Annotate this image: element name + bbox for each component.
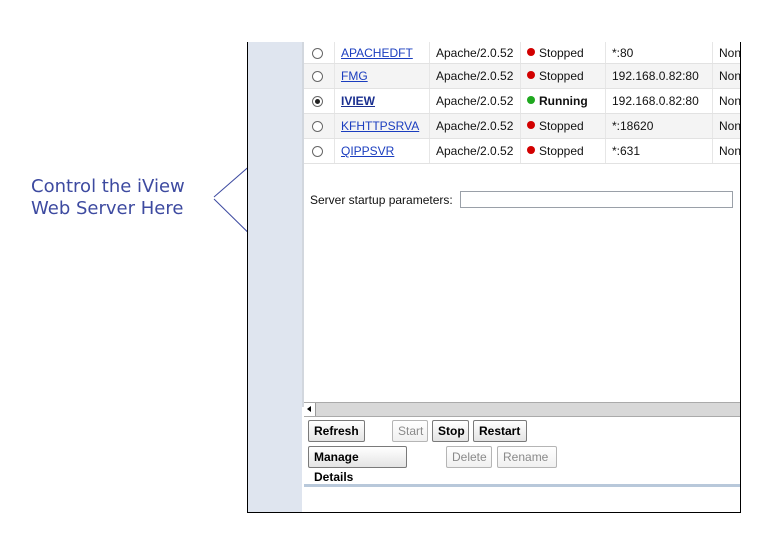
server-name-link[interactable]: APACHEDFT [341,46,413,60]
server-auth: None [712,113,740,139]
server-select-cell [304,63,335,89]
server-select-cell [304,88,335,114]
server-status-text: Stopped [539,45,584,60]
left-navigation-rail [248,42,302,512]
server-manager-window: APACHEDFTApache/2.0.52Stopped*:80NoneFMG… [247,42,741,513]
server-address: *:631 [605,138,713,164]
server-name-cell: APACHEDFT [334,42,430,64]
server-status-cell: Running [520,88,606,114]
horizontal-scrollbar[interactable] [304,402,740,417]
rename-button[interactable]: Rename [497,446,557,468]
server-row[interactable]: APACHEDFT Apache/2.0.52 Stopped *:80None [304,42,740,64]
server-name-link[interactable]: FMG [341,69,368,83]
server-name-cell: KFHTTPSRVA [334,113,430,139]
server-version: Apache/2.0.52 [429,138,521,164]
server-status-text: Stopped [539,69,584,83]
server-name-link[interactable]: IVIEW [341,94,375,108]
server-address: *:80 [605,42,713,64]
status-light-icon [527,146,535,154]
server-row[interactable]: QIPPSVR Apache/2.0.52 Stopped *:631None [304,138,740,164]
startup-parameters-label: Server startup parameters: [310,193,453,207]
server-auth: None [712,88,740,114]
server-name-cell: IVIEW [334,88,430,114]
startup-parameters-input[interactable] [460,191,733,208]
server-version: Apache/2.0.52 [429,63,521,89]
server-radio-button[interactable] [312,121,323,133]
start-button[interactable]: Start [392,420,428,442]
refresh-button[interactable]: Refresh [308,420,365,442]
server-table: APACHEDFTApache/2.0.52Stopped*:80NoneFMG… [304,42,740,164]
server-address: 192.168.0.82:80 [605,63,713,89]
footer-divider [304,484,740,487]
server-address: 192.168.0.82:80 [605,88,713,114]
restart-button[interactable]: Restart [473,420,527,442]
server-auth: None [712,63,740,89]
server-status-cell: Stopped [520,63,606,89]
server-row[interactable]: KFHTTPSRVA Apache/2.0.52 Stopped *:18620Non… [304,113,740,139]
server-name-link[interactable]: QIPPSVR [341,144,394,158]
status-light-icon [527,71,535,79]
stop-button[interactable]: Stop [432,420,469,442]
server-select-cell [304,42,335,64]
server-name-cell: QIPPSVR [334,138,430,164]
server-name-link[interactable]: KFHTTPSRVA [341,119,419,133]
server-status-cell: Stopped [520,42,606,64]
server-list-panel: APACHEDFTApache/2.0.52Stopped*:80NoneFMG… [302,42,740,407]
server-radio-button[interactable] [312,146,323,158]
server-radio-button[interactable] [312,71,323,83]
server-address: *:18620 [605,113,713,139]
server-select-cell [304,138,335,164]
server-select-cell [304,113,335,139]
server-name-cell: FMG [334,63,430,89]
server-radio-button[interactable] [312,47,323,59]
server-row[interactable]: IVIEW Apache/2.0.52 Running 192.168.0.82:80… [304,88,740,114]
server-radio-button[interactable] [312,96,323,108]
status-light-icon [527,47,535,56]
delete-button[interactable]: Delete [446,446,492,468]
manage-details-button[interactable]: Manage Details [308,446,407,484]
server-status-text: Stopped [539,119,584,133]
server-version: Apache/2.0.52 [429,42,521,64]
status-light-icon [527,121,535,129]
server-version: Apache/2.0.52 [429,88,521,114]
server-row[interactable]: FMG Apache/2.0.52 Stopped 192.168.0.82:80 No… [304,63,740,89]
server-auth: None [712,42,740,64]
scroll-left-arrow-icon[interactable] [304,403,316,416]
server-auth: None [712,138,740,164]
server-status-text: Stopped [539,144,584,158]
server-status-cell: Stopped [520,138,606,164]
status-light-icon [527,96,535,104]
server-status-text: Running [539,94,588,108]
server-version: Apache/2.0.52 [429,113,521,139]
server-status-cell: Stopped [520,113,606,139]
